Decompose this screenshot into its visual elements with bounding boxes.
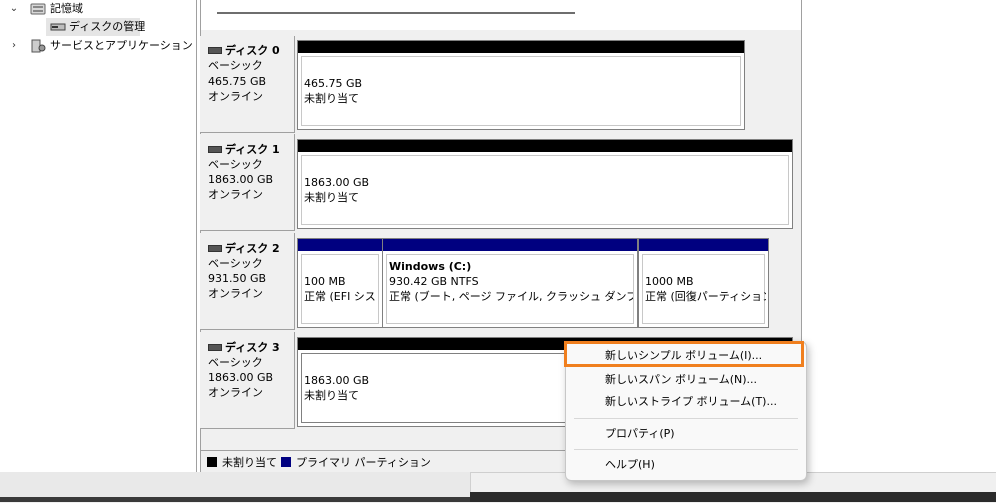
disk-status: オンライン xyxy=(208,386,263,399)
disk-type: ベーシック xyxy=(208,356,263,369)
partition-desc: 正常 (ブート, ページ ファイル, クラッシュ ダンプ, ベーシ xyxy=(389,290,633,303)
menu-item-new-striped-volume[interactable]: 新しいストライプ ボリューム(T)... xyxy=(569,392,803,412)
partition-disk2-windows[interactable]: Windows (C:) 930.42 GB NTFS 正常 (ブート, ページ… xyxy=(382,238,638,328)
chevron-right-icon[interactable]: › xyxy=(8,37,20,55)
disk-1-label[interactable]: ディスク 1 ベーシック 1863.00 GB オンライン xyxy=(200,134,295,231)
partition-bar xyxy=(298,41,744,53)
partition-disk2-efi[interactable]: 100 MB 正常 (EFI シス xyxy=(297,238,383,328)
tree-item-label: 記憶域 xyxy=(50,2,83,15)
disk-icon xyxy=(208,145,222,153)
disk-type: ベーシック xyxy=(208,59,263,72)
partition-title: Windows (C:) xyxy=(389,260,472,273)
storage-icon xyxy=(30,2,46,16)
menu-item-help[interactable]: ヘルプ(H) xyxy=(569,455,803,475)
window-bottom-edge xyxy=(0,497,470,502)
partition-size: 1863.00 GB xyxy=(304,373,370,388)
partition-size: 100 MB xyxy=(304,275,346,288)
partition-size: 930.42 GB NTFS xyxy=(389,275,479,288)
disk-status: オンライン xyxy=(208,287,263,300)
disk-name: ディスク 3 xyxy=(225,341,280,354)
disk-status: オンライン xyxy=(208,90,263,103)
partition-disk1-unallocated[interactable]: 1863.00 GB 未割り当て xyxy=(297,139,793,229)
partition-desc: 正常 (EFI シス xyxy=(304,290,376,303)
volume-list[interactable] xyxy=(200,0,802,31)
disk-name: ディスク 1 xyxy=(225,143,280,156)
disk-size: 931.50 GB xyxy=(208,272,267,285)
disk-type: ベーシック xyxy=(208,158,263,171)
disk-size: 465.75 GB xyxy=(208,75,267,88)
partition-bar xyxy=(298,140,792,152)
partition-bar xyxy=(383,239,637,251)
disk-name: ディスク 2 xyxy=(225,242,280,255)
legend-swatch-primary xyxy=(281,457,291,467)
partition-desc: 未割り当て xyxy=(304,92,359,105)
disk-icon xyxy=(208,244,222,252)
disk-status: オンライン xyxy=(208,188,263,201)
navigation-tree: ⌄ 記憶域 ディスクの管理 › サービスとアプリケーション xyxy=(0,0,197,472)
disk-0-label[interactable]: ディスク 0 ベーシック 465.75 GB オンライン xyxy=(200,36,295,133)
disk-2-label[interactable]: ディスク 2 ベーシック 931.50 GB オンライン xyxy=(200,233,295,330)
chevron-down-icon[interactable]: ⌄ xyxy=(8,0,20,18)
partition-size: 1863.00 GB xyxy=(304,176,370,189)
menu-separator xyxy=(574,449,798,450)
taskbar-edge xyxy=(470,492,996,502)
horizontal-scrollbar[interactable] xyxy=(217,12,575,14)
legend-swatch-unallocated xyxy=(207,457,217,467)
services-icon xyxy=(30,39,46,53)
legend-label: プライマリ パーティション xyxy=(296,456,431,469)
partition-size: 465.75 GB xyxy=(304,77,363,90)
menu-separator xyxy=(574,418,798,419)
disk-type: ベーシック xyxy=(208,257,263,270)
disk-icon xyxy=(208,343,222,351)
partition-desc: 未割り当て xyxy=(304,191,359,204)
partition-desc: 正常 (回復パーティション xyxy=(645,290,766,303)
menu-item-properties[interactable]: プロパティ(P) xyxy=(569,424,803,444)
highlight-box xyxy=(564,341,804,367)
disk-size: 1863.00 GB xyxy=(208,173,274,186)
tree-item-storage[interactable]: ⌄ 記憶域 xyxy=(8,0,188,18)
disk-name: ディスク 0 xyxy=(225,44,280,57)
partition-disk2-recovery[interactable]: 1000 MB 正常 (回復パーティション xyxy=(638,238,769,328)
partition-size: 1000 MB xyxy=(645,275,694,288)
tree-item-disk-management[interactable]: ディスクの管理 xyxy=(46,18,145,36)
disk-size: 1863.00 GB xyxy=(208,371,274,384)
disk-3-label[interactable]: ディスク 3 ベーシック 1863.00 GB オンライン xyxy=(200,332,295,429)
partition-bar xyxy=(298,239,382,251)
tree-item-label: ディスクの管理 xyxy=(69,20,146,33)
disk-icon xyxy=(208,46,222,54)
partition-desc: 未割り当て xyxy=(304,388,359,403)
partition-disk0-unallocated[interactable]: 465.75 GB 未割り当て xyxy=(297,40,745,130)
disk-management-icon xyxy=(50,20,66,34)
tree-item-services[interactable]: › サービスとアプリケーション xyxy=(8,37,193,55)
legend-label: 未割り当て xyxy=(222,456,277,469)
partition-bar xyxy=(639,239,768,251)
tree-item-label: サービスとアプリケーション xyxy=(50,39,193,52)
menu-item-new-spanned-volume[interactable]: 新しいスパン ボリューム(N)... xyxy=(569,370,803,390)
